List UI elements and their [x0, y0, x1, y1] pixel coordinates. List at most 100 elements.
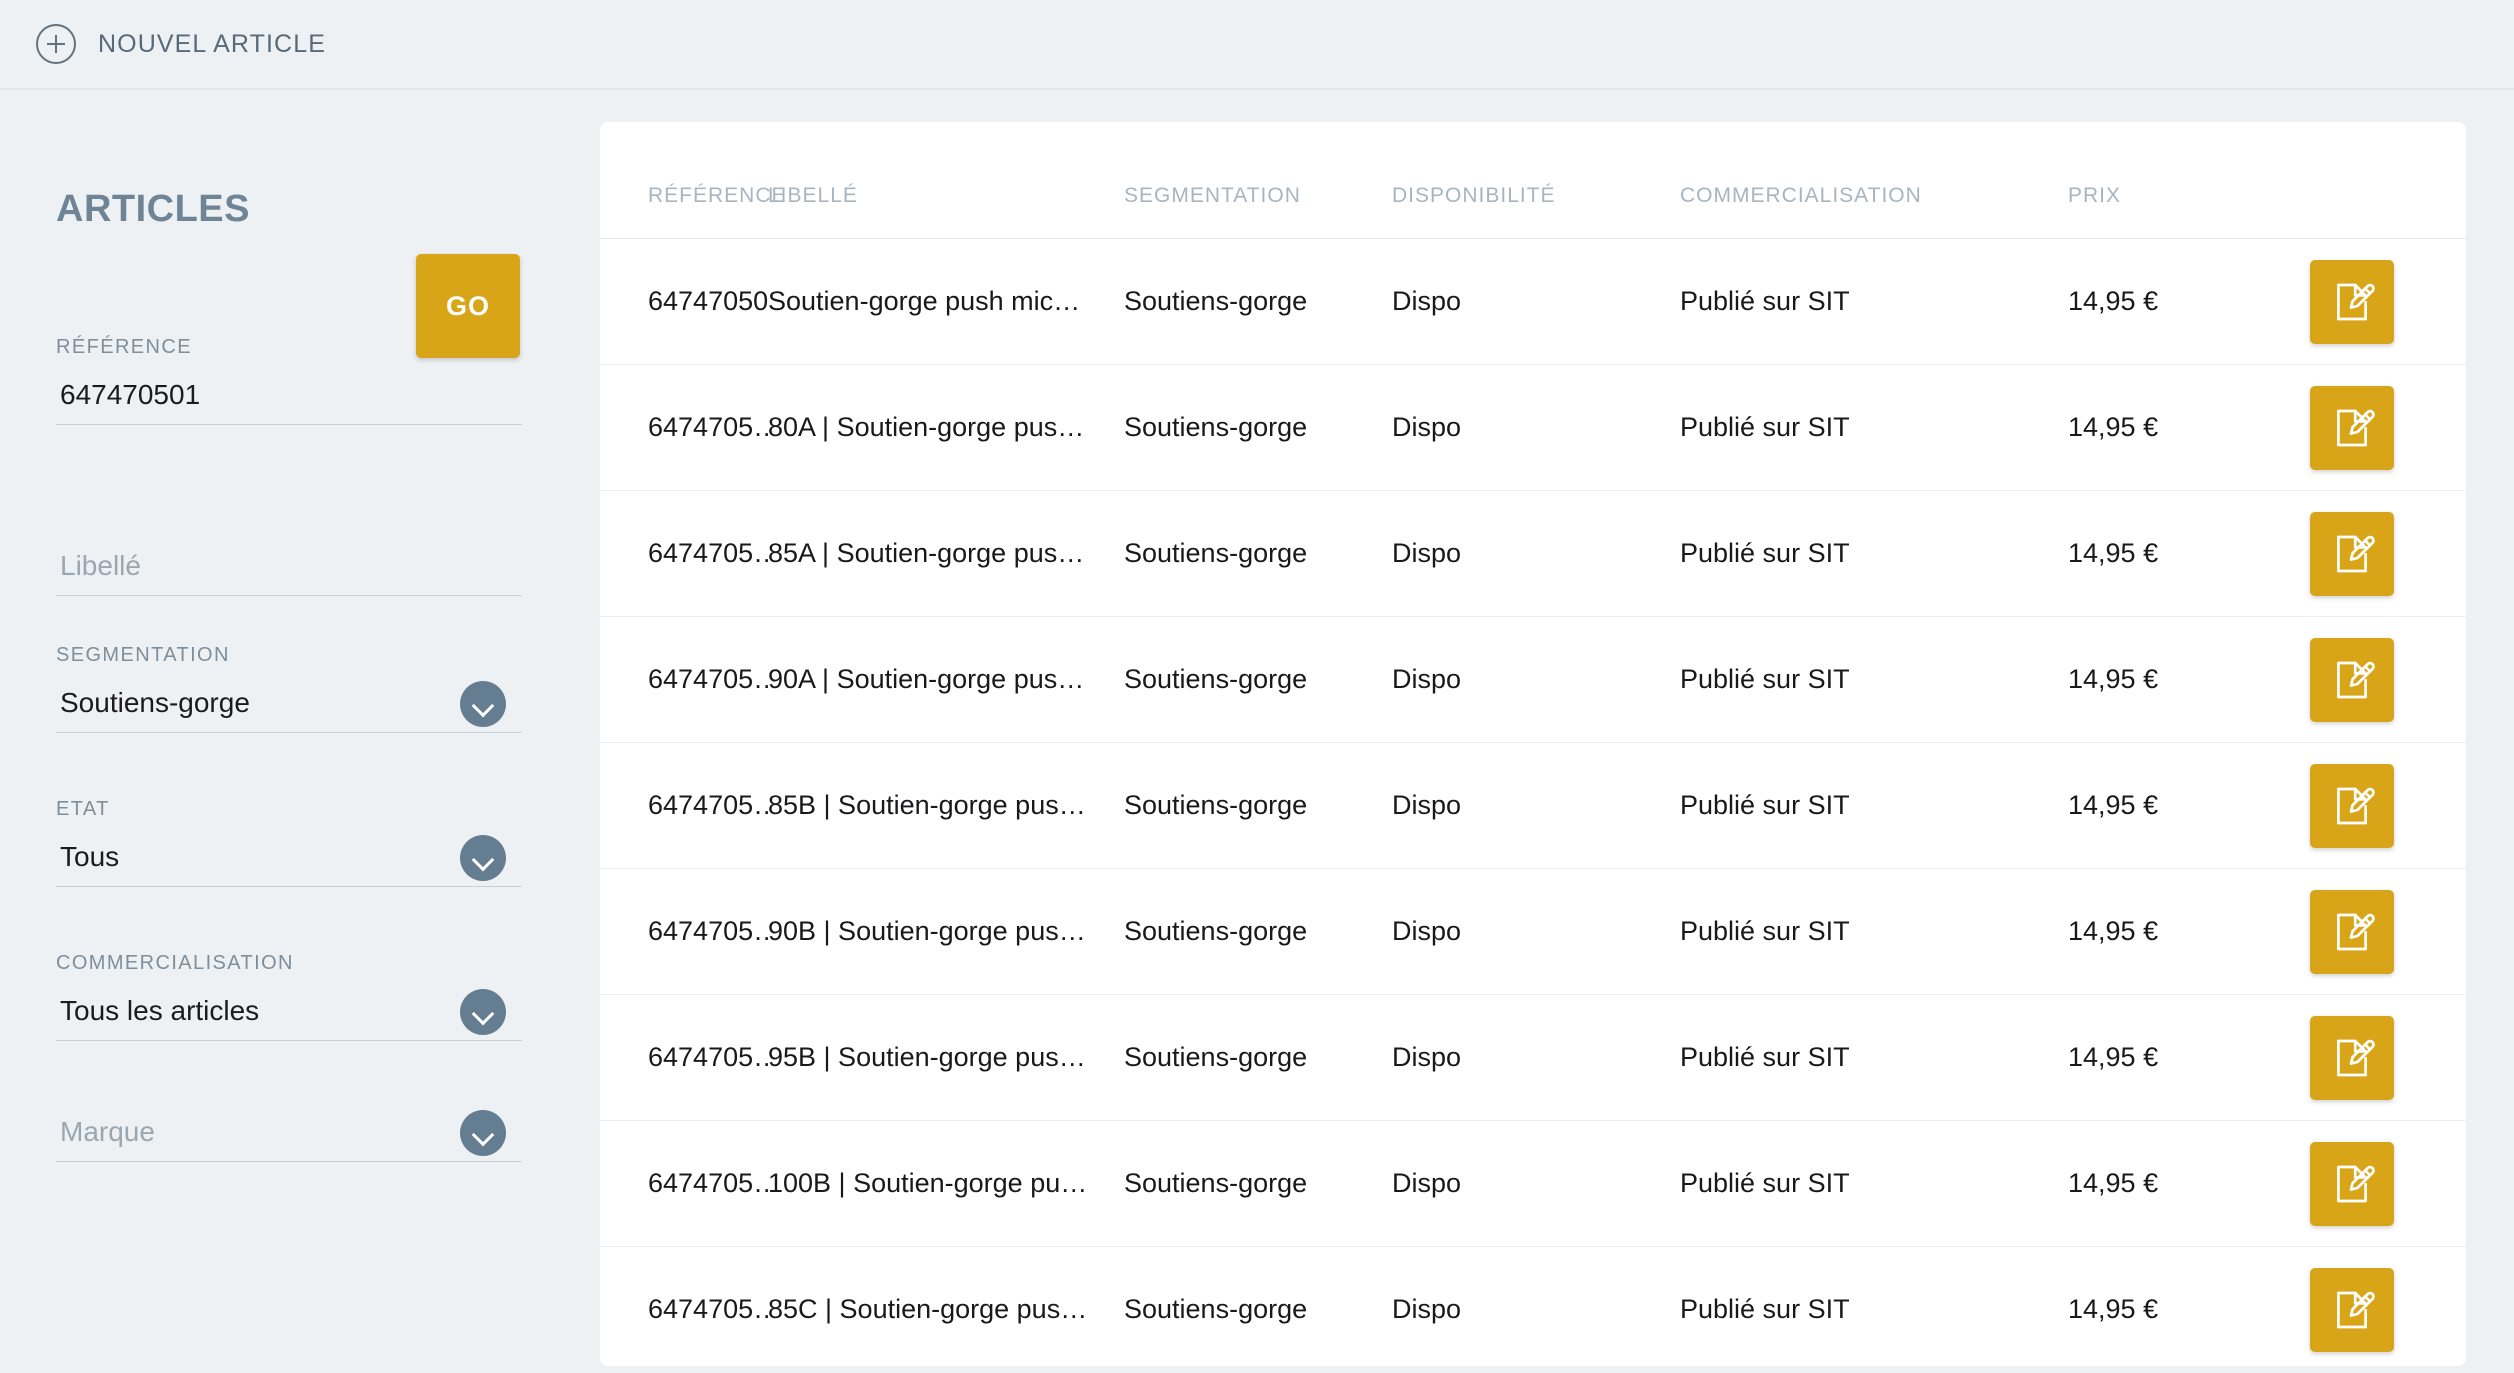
table-row[interactable]: 6474705… 80A | Soutien-gorge pus… Soutie… [600, 364, 2466, 491]
chevron-down-icon[interactable] [460, 989, 506, 1035]
cell-libelle: Soutien-gorge push mic… [768, 238, 1124, 365]
edit-article-button[interactable] [2310, 259, 2394, 344]
edit-article-button[interactable] [2310, 385, 2394, 470]
column-header-disponibilite[interactable]: DISPONIBILITÉ [1392, 122, 1680, 239]
cell-disponibilite: Dispo [1392, 490, 1680, 617]
chevron-down-icon[interactable] [460, 835, 506, 881]
table-row[interactable]: 6474705… 90A | Soutien-gorge pus… Soutie… [600, 616, 2466, 743]
table-row[interactable]: 6474705… 85B | Soutien-gorge pus… Soutie… [600, 742, 2466, 869]
filter-reference-label: RÉFÉRENCE [56, 336, 192, 358]
edit-article-button[interactable] [2310, 1267, 2394, 1352]
cell-actions [2280, 616, 2466, 743]
column-header-prix[interactable]: PRIX [2068, 122, 2280, 239]
edit-article-button[interactable] [2310, 889, 2394, 974]
filter-etat-select[interactable]: Tous [56, 835, 522, 887]
cell-libelle: 85C | Soutien-gorge pus… [768, 1294, 1088, 1325]
cell-libelle: 85A | Soutien-gorge pus… [768, 490, 1124, 617]
column-header-reference[interactable]: RÉFÉRENCE [600, 122, 786, 239]
edit-document-pencil-icon [2316, 656, 2388, 704]
cell-reference: 6474705… [600, 742, 768, 869]
edit-document-pencil-icon [2316, 1160, 2388, 1208]
table-row[interactable]: 647470501 Soutien-gorge push mic… Soutie… [600, 238, 2466, 365]
cell-libelle: 90B | Soutien-gorge pus… [768, 868, 1124, 995]
filter-reference: RÉFÉRENCE 647470501 [56, 336, 522, 425]
filter-segmentation-value: Soutiens-gorge [60, 687, 250, 718]
cell-prix: 14,95 € [2068, 868, 2280, 995]
cell-actions [2280, 1120, 2466, 1247]
cell-reference: 6474705… [648, 1294, 768, 1325]
cell-actions [2280, 490, 2466, 617]
edit-article-button[interactable] [2310, 1141, 2394, 1226]
cell-reference: 6474705… [600, 490, 768, 617]
filter-etat: ETAT Tous [56, 798, 522, 887]
page-title: ARTICLES [56, 188, 250, 230]
filter-commercialisation: COMMERCIALISATION Tous les articles [56, 952, 522, 1041]
cell-prix: 14,95 € [2068, 994, 2280, 1121]
filter-reference-value: 647470501 [60, 379, 201, 410]
cell-disponibilite: Dispo [1392, 742, 1680, 869]
edit-article-button[interactable] [2310, 1015, 2394, 1100]
cell-libelle: 80A | Soutien-gorge pus… [768, 364, 1124, 491]
edit-article-button[interactable] [2310, 637, 2394, 722]
articles-card: RÉFÉRENCE LIBELLÉ SEGMENTATION DISPONIBI… [600, 122, 2466, 1366]
cell-actions [2280, 868, 2466, 995]
cell-prix: 14,95 € [2068, 742, 2280, 869]
filter-libelle-input[interactable]: Libellé [56, 544, 522, 596]
edit-article-button[interactable] [2310, 763, 2394, 848]
top-bar: NOUVEL ARTICLE [0, 0, 2514, 90]
cell-commercialisation: Publié sur SIT [1680, 1294, 1850, 1325]
cell-actions [2280, 1247, 2466, 1373]
table-row[interactable]: 6474705… 100B | Soutien-gorge pu… Soutie… [600, 1120, 2466, 1247]
table-body: 647470501 Soutien-gorge push mic… Soutie… [600, 238, 2466, 1373]
cell-commercialisation: Publié sur SIT [1680, 616, 2068, 743]
table-row[interactable]: 6474705… 95B | Soutien-gorge pus… Soutie… [600, 994, 2466, 1121]
table-row[interactable]: 6474705… 85C | Soutien-gorge pus… Soutie… [600, 1247, 2466, 1373]
cell-commercialisation: Publié sur SIT [1680, 490, 2068, 617]
cell-segmentation: Soutiens-gorge [1124, 364, 1392, 491]
new-article-label: NOUVEL ARTICLE [98, 29, 326, 58]
edit-article-button[interactable] [2310, 511, 2394, 596]
filter-commercialisation-select[interactable]: Tous les articles [56, 989, 522, 1041]
cell-segmentation: Soutiens-gorge [1124, 1120, 1392, 1247]
column-header-segmentation[interactable]: SEGMENTATION [1124, 122, 1392, 239]
column-header-libelle[interactable]: LIBELLÉ [768, 122, 1124, 239]
cell-segmentation: Soutiens-gorge [1124, 742, 1392, 869]
filter-marque-select[interactable]: Marque [56, 1110, 522, 1162]
cell-commercialisation: Publié sur SIT [1680, 238, 2068, 365]
filter-etat-label: ETAT [56, 798, 110, 820]
cell-libelle: 85B | Soutien-gorge pus… [768, 742, 1124, 869]
edit-document-pencil-icon [2316, 1034, 2388, 1082]
cell-disponibilite: Dispo [1392, 1120, 1680, 1247]
cell-commercialisation: Publié sur SIT [1680, 1120, 2068, 1247]
cell-prix: 14,95 € [2068, 364, 2280, 491]
edit-document-pencil-icon [2316, 782, 2388, 830]
table-row[interactable]: 6474705… 85A | Soutien-gorge pus… Soutie… [600, 490, 2466, 617]
cell-segmentation: Soutiens-gorge [1124, 238, 1392, 365]
cell-reference: 6474705… [600, 1120, 768, 1247]
column-header-commercialisation[interactable]: COMMERCIALISATION [1680, 122, 2068, 239]
chevron-down-icon[interactable] [460, 681, 506, 727]
table-row[interactable]: 6474705… 90B | Soutien-gorge pus… Soutie… [600, 868, 2466, 995]
filter-segmentation-select[interactable]: Soutiens-gorge [56, 681, 522, 733]
filter-reference-input[interactable]: 647470501 [56, 373, 522, 425]
cell-commercialisation: Publié sur SIT [1680, 994, 2068, 1121]
filter-segmentation: SEGMENTATION Soutiens-gorge [56, 644, 522, 733]
cell-commercialisation: Publié sur SIT [1680, 742, 2068, 869]
edit-document-pencil-icon [2316, 908, 2388, 956]
cell-libelle: 90A | Soutien-gorge pus… [768, 616, 1124, 743]
filter-segmentation-label: SEGMENTATION [56, 644, 230, 666]
chevron-down-icon[interactable] [460, 1110, 506, 1156]
new-article-button[interactable]: NOUVEL ARTICLE [36, 24, 326, 64]
filter-marque: Marque [56, 1110, 522, 1162]
cell-commercialisation: Publié sur SIT [1680, 868, 2068, 995]
cell-commercialisation: Publié sur SIT [1680, 364, 2068, 491]
edit-document-pencil-icon [2316, 404, 2388, 452]
filter-commercialisation-value: Tous les articles [60, 995, 260, 1026]
filter-marque-placeholder: Marque [60, 1116, 155, 1147]
cell-prix: 14,95 € [2068, 490, 2280, 617]
cell-segmentation: Soutiens-gorge [1124, 868, 1392, 995]
cell-actions [2280, 994, 2466, 1121]
table-header-row: RÉFÉRENCE LIBELLÉ SEGMENTATION DISPONIBI… [600, 122, 2466, 239]
filter-libelle-placeholder: Libellé [60, 550, 141, 581]
cell-prix: 14,95 € [2068, 1120, 2280, 1247]
